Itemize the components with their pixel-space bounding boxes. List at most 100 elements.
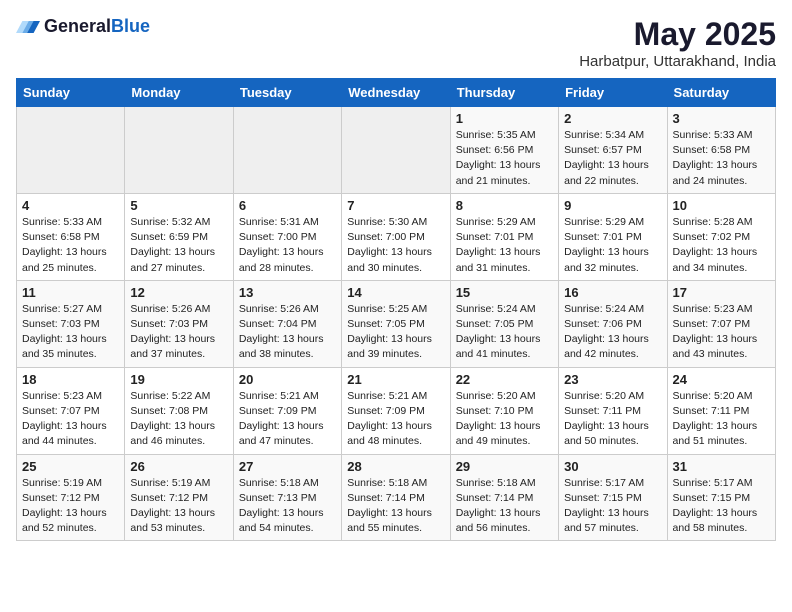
day-number: 19 <box>130 372 227 387</box>
day-info: Sunrise: 5:27 AMSunset: 7:03 PMDaylight:… <box>22 302 119 363</box>
calendar-cell: 17Sunrise: 5:23 AMSunset: 7:07 PMDayligh… <box>667 280 775 367</box>
day-number: 12 <box>130 285 227 300</box>
calendar-cell: 13Sunrise: 5:26 AMSunset: 7:04 PMDayligh… <box>233 280 341 367</box>
day-info: Sunrise: 5:19 AMSunset: 7:12 PMDaylight:… <box>22 476 119 537</box>
calendar-cell: 1 Sunrise: 5:35 AMSunset: 6:56 PMDaylight… <box>450 107 558 194</box>
calendar-cell: 15Sunrise: 5:24 AMSunset: 7:05 PMDayligh… <box>450 280 558 367</box>
calendar-cell: 30 Sunrise: 5:17 AMSunset: 7:15 PMDayligh… <box>559 454 667 541</box>
header-saturday: Saturday <box>667 79 775 107</box>
day-info: Sunrise: 5:21 AMSunset: 7:09 PMDaylight:… <box>347 389 444 450</box>
day-number: 20 <box>239 372 336 387</box>
day-number: 10 <box>673 198 770 213</box>
day-info: Sunrise: 5:20 AMSunset: 7:11 PMDaylight:… <box>564 389 661 450</box>
title-area: May 2025 Harbatpur, Uttarakhand, India <box>579 16 776 70</box>
calendar-cell: 3Sunrise: 5:33 AMSunset: 6:58 PMDaylight… <box>667 107 775 194</box>
day-info: Sunrise: 5:20 AMSunset: 7:11 PMDaylight:… <box>673 389 770 450</box>
day-number: 3 <box>673 111 770 126</box>
day-number: 26 <box>130 459 227 474</box>
day-info: Sunrise: 5:31 AMSunset: 7:00 PMDaylight:… <box>239 215 336 276</box>
calendar-cell: 22 Sunrise: 5:20 AMSunset: 7:10 PMDayligh… <box>450 367 558 454</box>
day-number: 16 <box>564 285 661 300</box>
calendar-cell: 4 Sunrise: 5:33 AMSunset: 6:58 PMDaylight… <box>17 193 125 280</box>
calendar-cell: 10Sunrise: 5:28 AMSunset: 7:02 PMDayligh… <box>667 193 775 280</box>
day-info: Sunrise: 5:32 AMSunset: 6:59 PMDaylight:… <box>130 215 227 276</box>
calendar-cell: 21 Sunrise: 5:21 AMSunset: 7:09 PMDayligh… <box>342 367 450 454</box>
day-info: Sunrise: 5:22 AMSunset: 7:08 PMDaylight:… <box>130 389 227 450</box>
calendar-cell: 14Sunrise: 5:25 AMSunset: 7:05 PMDayligh… <box>342 280 450 367</box>
weekday-header-row: SundayMondayTuesdayWednesdayThursdayFrid… <box>17 79 776 107</box>
calendar-cell: 19 Sunrise: 5:22 AMSunset: 7:08 PMDayligh… <box>125 367 233 454</box>
calendar-cell: 16 Sunrise: 5:24 AMSunset: 7:06 PMDayligh… <box>559 280 667 367</box>
day-number: 7 <box>347 198 444 213</box>
calendar-cell: 18Sunrise: 5:23 AMSunset: 7:07 PMDayligh… <box>17 367 125 454</box>
day-number: 9 <box>564 198 661 213</box>
day-info: Sunrise: 5:17 AMSunset: 7:15 PMDaylight:… <box>673 476 770 537</box>
day-info: Sunrise: 5:24 AMSunset: 7:06 PMDaylight:… <box>564 302 661 363</box>
day-number: 23 <box>564 372 661 387</box>
day-number: 22 <box>456 372 553 387</box>
day-number: 25 <box>22 459 119 474</box>
day-number: 14 <box>347 285 444 300</box>
day-info: Sunrise: 5:34 AMSunset: 6:57 PMDaylight:… <box>564 128 661 189</box>
week-row-1: 1 Sunrise: 5:35 AMSunset: 6:56 PMDaylight… <box>17 107 776 194</box>
day-number: 8 <box>456 198 553 213</box>
week-row-3: 11 Sunrise: 5:27 AMSunset: 7:03 PMDayligh… <box>17 280 776 367</box>
header-friday: Friday <box>559 79 667 107</box>
day-info: Sunrise: 5:26 AMSunset: 7:03 PMDaylight:… <box>130 302 227 363</box>
calendar-cell <box>233 107 341 194</box>
day-info: Sunrise: 5:18 AMSunset: 7:14 PMDaylight:… <box>347 476 444 537</box>
day-info: Sunrise: 5:35 AMSunset: 6:56 PMDaylight:… <box>456 128 553 189</box>
day-info: Sunrise: 5:21 AMSunset: 7:09 PMDaylight:… <box>239 389 336 450</box>
day-number: 6 <box>239 198 336 213</box>
day-number: 11 <box>22 285 119 300</box>
calendar-cell <box>342 107 450 194</box>
day-number: 28 <box>347 459 444 474</box>
header-thursday: Thursday <box>450 79 558 107</box>
calendar-cell: 24 Sunrise: 5:20 AMSunset: 7:11 PMDayligh… <box>667 367 775 454</box>
calendar-cell: 25 Sunrise: 5:19 AMSunset: 7:12 PMDayligh… <box>17 454 125 541</box>
day-info: Sunrise: 5:23 AMSunset: 7:07 PMDaylight:… <box>22 389 119 450</box>
calendar-cell: 27Sunrise: 5:18 AMSunset: 7:13 PMDayligh… <box>233 454 341 541</box>
day-info: Sunrise: 5:26 AMSunset: 7:04 PMDaylight:… <box>239 302 336 363</box>
day-number: 21 <box>347 372 444 387</box>
page-header: GeneralBlue May 2025 Harbatpur, Uttarakh… <box>16 16 776 70</box>
calendar-cell: 12 Sunrise: 5:26 AMSunset: 7:03 PMDayligh… <box>125 280 233 367</box>
calendar-cell: 7Sunrise: 5:30 AMSunset: 7:00 PMDaylight… <box>342 193 450 280</box>
calendar-cell <box>125 107 233 194</box>
day-number: 17 <box>673 285 770 300</box>
calendar-cell: 11 Sunrise: 5:27 AMSunset: 7:03 PMDayligh… <box>17 280 125 367</box>
week-row-5: 25 Sunrise: 5:19 AMSunset: 7:12 PMDayligh… <box>17 454 776 541</box>
logo-text-blue: Blue <box>111 16 150 36</box>
calendar-subtitle: Harbatpur, Uttarakhand, India <box>579 53 776 70</box>
logo-icon <box>16 17 40 37</box>
calendar-cell: 26 Sunrise: 5:19 AMSunset: 7:12 PMDayligh… <box>125 454 233 541</box>
day-number: 31 <box>673 459 770 474</box>
header-sunday: Sunday <box>17 79 125 107</box>
calendar-cell: 5 Sunrise: 5:32 AMSunset: 6:59 PMDaylight… <box>125 193 233 280</box>
day-info: Sunrise: 5:19 AMSunset: 7:12 PMDaylight:… <box>130 476 227 537</box>
day-info: Sunrise: 5:20 AMSunset: 7:10 PMDaylight:… <box>456 389 553 450</box>
day-number: 5 <box>130 198 227 213</box>
header-monday: Monday <box>125 79 233 107</box>
day-number: 29 <box>456 459 553 474</box>
day-info: Sunrise: 5:18 AMSunset: 7:14 PMDaylight:… <box>456 476 553 537</box>
logo-text-general: General <box>44 16 111 36</box>
day-number: 1 <box>456 111 553 126</box>
day-number: 24 <box>673 372 770 387</box>
day-info: Sunrise: 5:29 AMSunset: 7:01 PMDaylight:… <box>456 215 553 276</box>
day-number: 15 <box>456 285 553 300</box>
calendar-cell: 9 Sunrise: 5:29 AMSunset: 7:01 PMDaylight… <box>559 193 667 280</box>
calendar-table: SundayMondayTuesdayWednesdayThursdayFrid… <box>16 78 776 541</box>
day-number: 30 <box>564 459 661 474</box>
day-info: Sunrise: 5:33 AMSunset: 6:58 PMDaylight:… <box>22 215 119 276</box>
calendar-cell: 29 Sunrise: 5:18 AMSunset: 7:14 PMDayligh… <box>450 454 558 541</box>
logo: GeneralBlue <box>16 16 150 37</box>
header-tuesday: Tuesday <box>233 79 341 107</box>
calendar-cell: 8 Sunrise: 5:29 AMSunset: 7:01 PMDaylight… <box>450 193 558 280</box>
day-info: Sunrise: 5:29 AMSunset: 7:01 PMDaylight:… <box>564 215 661 276</box>
calendar-cell: 2Sunrise: 5:34 AMSunset: 6:57 PMDaylight… <box>559 107 667 194</box>
calendar-title: May 2025 <box>579 16 776 53</box>
day-info: Sunrise: 5:17 AMSunset: 7:15 PMDaylight:… <box>564 476 661 537</box>
header-wednesday: Wednesday <box>342 79 450 107</box>
day-number: 4 <box>22 198 119 213</box>
